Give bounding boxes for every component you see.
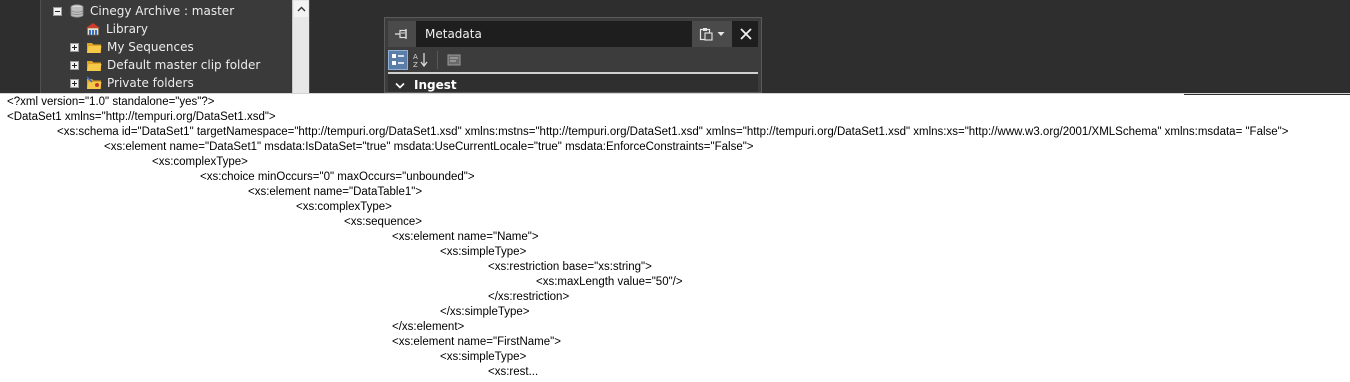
dropdown-arrow-icon xyxy=(717,32,725,36)
expand-toggle-icon[interactable] xyxy=(70,78,79,88)
xml-line: <xs:restriction base="xs:string"> xyxy=(488,261,652,273)
categorized-icon xyxy=(392,54,404,65)
alphabetical-sort-button[interactable]: A Z xyxy=(411,50,431,70)
tree-item-cinegy-archive-master[interactable]: Cinegy Archive : master xyxy=(53,2,234,20)
application-window: Cinegy Archive : master Library My Seque… xyxy=(0,0,1350,382)
xml-line: <xs:element name="DataSet1" msdata:IsDat… xyxy=(104,141,754,153)
clipboard-icon xyxy=(699,28,713,41)
xml-line: <xs:complexType> xyxy=(296,201,392,213)
toolbar-separator xyxy=(437,51,438,69)
tree-item-default-master-clip-folder[interactable]: Default master clip folder xyxy=(70,56,260,74)
panel-options-button[interactable] xyxy=(692,21,732,47)
svg-text:Z: Z xyxy=(413,61,418,68)
property-pages-button[interactable] xyxy=(444,50,464,70)
xml-line: <xs:element name="DataTable1"> xyxy=(248,186,423,198)
database-icon xyxy=(70,4,84,18)
xml-line: <xs:complexType> xyxy=(152,156,248,168)
expand-toggle-icon[interactable] xyxy=(70,42,79,52)
xml-line: <xs:simpleType> xyxy=(440,246,527,258)
folder-icon xyxy=(87,43,102,53)
pin-button[interactable] xyxy=(388,21,416,47)
chevron-down-icon[interactable] xyxy=(395,82,405,89)
archive-tree-panel: Cinegy Archive : master Library My Seque… xyxy=(40,0,310,93)
section-header-ingest[interactable]: Ingest xyxy=(388,76,457,92)
tree-item-label: Default master clip folder xyxy=(107,58,261,72)
tree-item-library[interactable]: Library xyxy=(85,20,148,38)
library-icon xyxy=(86,23,100,36)
xml-line: </xs:simpleType> xyxy=(440,306,530,318)
collapse-toggle-icon[interactable] xyxy=(53,6,62,16)
scroll-up-button[interactable] xyxy=(294,1,308,17)
metadata-panel: Metadata A Z Ingest xyxy=(384,17,762,93)
tree-item-label: Cinegy Archive : master xyxy=(90,4,235,18)
xml-line: <xs:element name="Name"> xyxy=(392,231,539,243)
tree-vertical-scrollbar[interactable] xyxy=(292,0,309,93)
metadata-property-grid: Ingest xyxy=(388,72,758,92)
panel-title: Metadata xyxy=(425,27,482,41)
categorized-view-button[interactable] xyxy=(388,50,408,70)
xml-line: <xs:rest... xyxy=(488,366,539,378)
metadata-toolbar: A Z xyxy=(388,49,464,71)
chevron-up-icon xyxy=(297,6,305,12)
xml-line: <xs:maxLength value="50"/> xyxy=(536,276,683,288)
xml-line: <DataSet1 xmlns="http://tempuri.org/Data… xyxy=(7,111,276,123)
xml-document-viewer[interactable]: <?xml version="1.0" standalone="yes"?> <… xyxy=(0,93,1350,382)
xml-line: <?xml version="1.0" standalone="yes"?> xyxy=(7,96,215,108)
tree-item-label: Private folders xyxy=(107,76,194,90)
svg-text:A: A xyxy=(413,53,418,61)
xml-line: </xs:element> xyxy=(392,321,465,333)
xml-line: <xs:element name="FirstName"> xyxy=(392,336,561,348)
tree-item-label: My Sequences xyxy=(107,40,194,54)
private-folder-icon xyxy=(86,76,102,89)
folder-icon xyxy=(87,61,102,71)
close-icon xyxy=(740,28,752,40)
sort-az-icon: A Z xyxy=(413,53,428,68)
xml-line: <xs:schema id="DataSet1" targetNamespace… xyxy=(57,126,1289,138)
section-title: Ingest xyxy=(414,78,457,92)
metadata-panel-titlebar[interactable]: Metadata xyxy=(388,21,758,47)
xml-line: <xs:simpleType> xyxy=(440,351,527,363)
property-pages-icon xyxy=(447,54,461,66)
xml-line: </xs:restriction> xyxy=(488,291,570,303)
xml-line: <xs:sequence> xyxy=(344,216,423,228)
xml-line: <xs:choice minOccurs="0" maxOccurs="unbo… xyxy=(200,171,475,183)
pin-icon xyxy=(395,29,407,39)
tree-item-label: Library xyxy=(106,22,148,36)
tree-item-private-folders[interactable]: Private folders xyxy=(70,74,194,92)
tree-item-my-sequences[interactable]: My Sequences xyxy=(70,38,194,56)
close-button[interactable] xyxy=(734,21,758,47)
viewer-edge xyxy=(1184,94,1350,95)
expand-toggle-icon[interactable] xyxy=(70,60,79,70)
